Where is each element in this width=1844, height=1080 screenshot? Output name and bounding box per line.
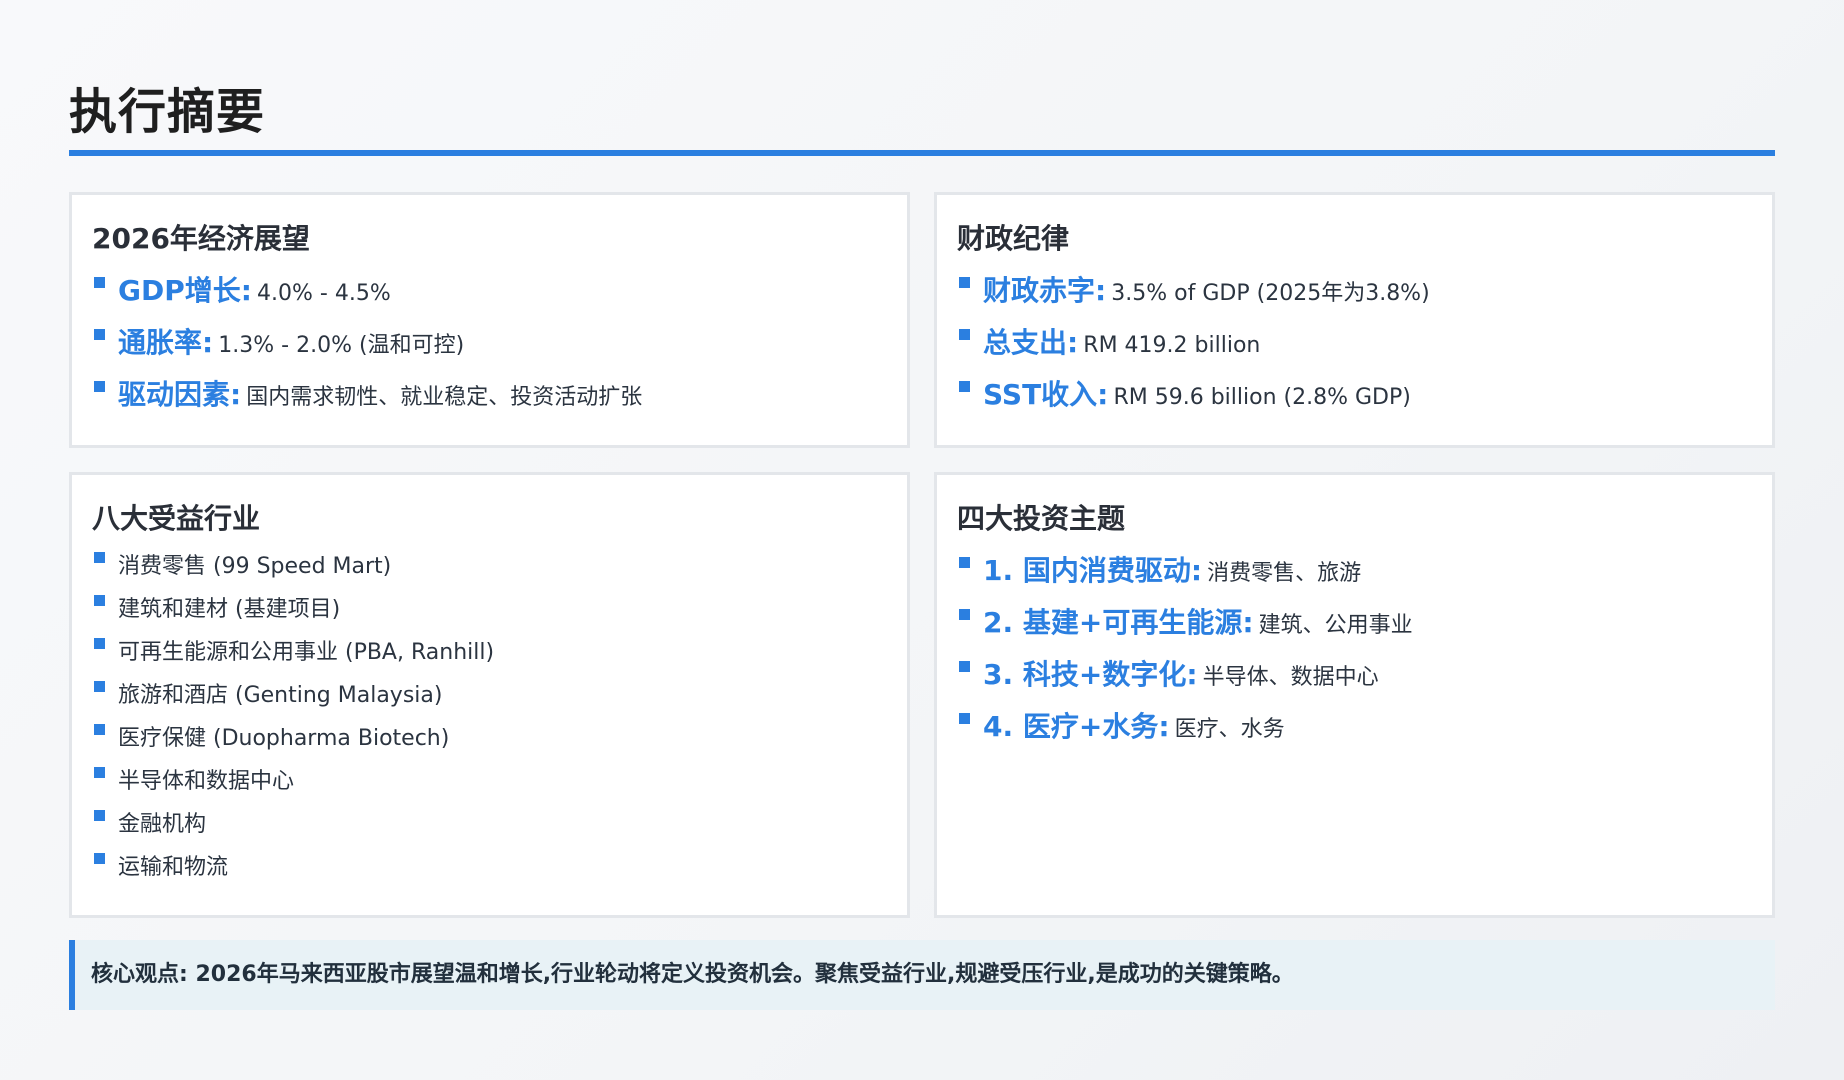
item-value: RM 59.6 billion (2.8% GDP)	[1113, 385, 1411, 410]
square-bullet-icon	[94, 681, 105, 692]
item-text: 医疗保健 (Duopharma Biotech)	[118, 726, 450, 751]
list-item: 金融机构	[92, 803, 887, 846]
item-key: 1. 国内消费驱动:	[983, 554, 1203, 587]
investment-themes-card: 四大投资主题 1. 国内消费驱动: 消费零售、旅游 2. 基建+可再生能源: 建…	[934, 472, 1775, 918]
item-key: GDP增长:	[118, 274, 252, 307]
list-item: 总支出: RM 419.2 billion	[957, 317, 1752, 369]
list-item: 旅游和酒店 (Genting Malaysia)	[92, 674, 887, 717]
fiscal-discipline-title: 财政纪律	[957, 222, 1070, 255]
fiscal-discipline-list: 财政赤字: 3.5% of GDP (2025年为3.8%) 总支出: RM 4…	[957, 265, 1752, 421]
square-bullet-icon	[94, 595, 105, 606]
square-bullet-icon	[94, 724, 105, 735]
item-value: 半导体、数据中心	[1202, 665, 1379, 690]
square-bullet-icon	[959, 381, 970, 392]
square-bullet-icon	[94, 638, 105, 649]
investment-themes-title: 四大投资主题	[957, 502, 1126, 535]
square-bullet-icon	[959, 557, 970, 568]
item-value: 医疗、水务	[1174, 717, 1285, 742]
item-text: 半导体和数据中心	[118, 769, 295, 794]
title-divider	[69, 150, 1775, 156]
list-item: 财政赤字: 3.5% of GDP (2025年为3.8%)	[957, 265, 1752, 317]
item-key: 通胀率:	[118, 326, 214, 359]
list-item: 驱动因素: 国内需求韧性、就业稳定、投资活动扩张	[92, 369, 887, 421]
core-view-callout: 核心观点: 2026年马来西亚股市展望温和增长,行业轮动将定义投资机会。聚焦受益…	[69, 940, 1775, 1010]
list-item: 消费零售 (99 Speed Mart)	[92, 545, 887, 588]
economic-outlook-title: 2026年经济展望	[92, 222, 310, 255]
item-key: 4. 医疗+水务:	[983, 710, 1170, 743]
list-item: 3. 科技+数字化: 半导体、数据中心	[957, 649, 1752, 701]
core-view-text: 核心观点: 2026年马来西亚股市展望温和增长,行业轮动将定义投资机会。聚焦受益…	[91, 962, 1294, 987]
item-value: 消费零售、旅游	[1207, 561, 1362, 586]
list-item: 建筑和建材 (基建项目)	[92, 588, 887, 631]
item-value: 4.0% - 4.5%	[257, 281, 391, 306]
item-value: 建筑、公用事业	[1258, 613, 1413, 638]
square-bullet-icon	[959, 329, 970, 340]
list-item: 可再生能源和公用事业 (PBA, Ranhill)	[92, 631, 887, 674]
list-item: 通胀率: 1.3% - 2.0% (温和可控)	[92, 317, 887, 369]
item-value: RM 419.2 billion	[1083, 333, 1261, 358]
square-bullet-icon	[959, 609, 970, 620]
list-item: 半导体和数据中心	[92, 760, 887, 803]
item-value: 1.3% - 2.0% (温和可控)	[218, 333, 465, 358]
list-item: 2. 基建+可再生能源: 建筑、公用事业	[957, 597, 1752, 649]
square-bullet-icon	[94, 277, 105, 288]
item-text: 可再生能源和公用事业 (PBA, Ranhill)	[118, 640, 495, 665]
item-key: 总支出:	[983, 326, 1079, 359]
list-item: 1. 国内消费驱动: 消费零售、旅游	[957, 545, 1752, 597]
square-bullet-icon	[94, 329, 105, 340]
beneficiary-sectors-title: 八大受益行业	[92, 502, 261, 535]
item-key: SST收入:	[983, 378, 1109, 411]
list-item: SST收入: RM 59.6 billion (2.8% GDP)	[957, 369, 1752, 421]
item-key: 2. 基建+可再生能源:	[983, 606, 1254, 639]
item-text: 旅游和酒店 (Genting Malaysia)	[118, 683, 443, 708]
square-bullet-icon	[94, 853, 105, 864]
item-key: 财政赤字:	[983, 274, 1107, 307]
item-value: 国内需求韧性、就业稳定、投资活动扩张	[246, 385, 643, 410]
list-item: GDP增长: 4.0% - 4.5%	[92, 265, 887, 317]
item-key: 3. 科技+数字化:	[983, 658, 1198, 691]
item-value: 3.5% of GDP (2025年为3.8%)	[1111, 281, 1430, 306]
item-text: 建筑和建材 (基建项目)	[118, 597, 341, 622]
square-bullet-icon	[94, 381, 105, 392]
investment-themes-list: 1. 国内消费驱动: 消费零售、旅游 2. 基建+可再生能源: 建筑、公用事业 …	[957, 545, 1752, 753]
beneficiary-sectors-list: 消费零售 (99 Speed Mart) 建筑和建材 (基建项目) 可再生能源和…	[92, 545, 887, 889]
square-bullet-icon	[959, 661, 970, 672]
square-bullet-icon	[94, 552, 105, 563]
page-title: 执行摘要	[69, 84, 266, 140]
executive-summary-page: 执行摘要 2026年经济展望 GDP增长: 4.0% - 4.5% 通胀率: 1…	[69, 0, 1775, 1080]
item-text: 消费零售 (99 Speed Mart)	[118, 554, 392, 579]
beneficiary-sectors-card: 八大受益行业 消费零售 (99 Speed Mart) 建筑和建材 (基建项目)…	[69, 472, 910, 918]
item-text: 金融机构	[118, 812, 207, 837]
list-item: 4. 医疗+水务: 医疗、水务	[957, 701, 1752, 753]
economic-outlook-card: 2026年经济展望 GDP增长: 4.0% - 4.5% 通胀率: 1.3% -…	[69, 192, 910, 448]
square-bullet-icon	[959, 713, 970, 724]
square-bullet-icon	[959, 277, 970, 288]
list-item: 医疗保健 (Duopharma Biotech)	[92, 717, 887, 760]
fiscal-discipline-card: 财政纪律 财政赤字: 3.5% of GDP (2025年为3.8%) 总支出:…	[934, 192, 1775, 448]
square-bullet-icon	[94, 810, 105, 821]
list-item: 运输和物流	[92, 846, 887, 889]
economic-outlook-list: GDP增长: 4.0% - 4.5% 通胀率: 1.3% - 2.0% (温和可…	[92, 265, 887, 421]
item-key: 驱动因素:	[118, 378, 242, 411]
square-bullet-icon	[94, 767, 105, 778]
item-text: 运输和物流	[118, 855, 229, 880]
